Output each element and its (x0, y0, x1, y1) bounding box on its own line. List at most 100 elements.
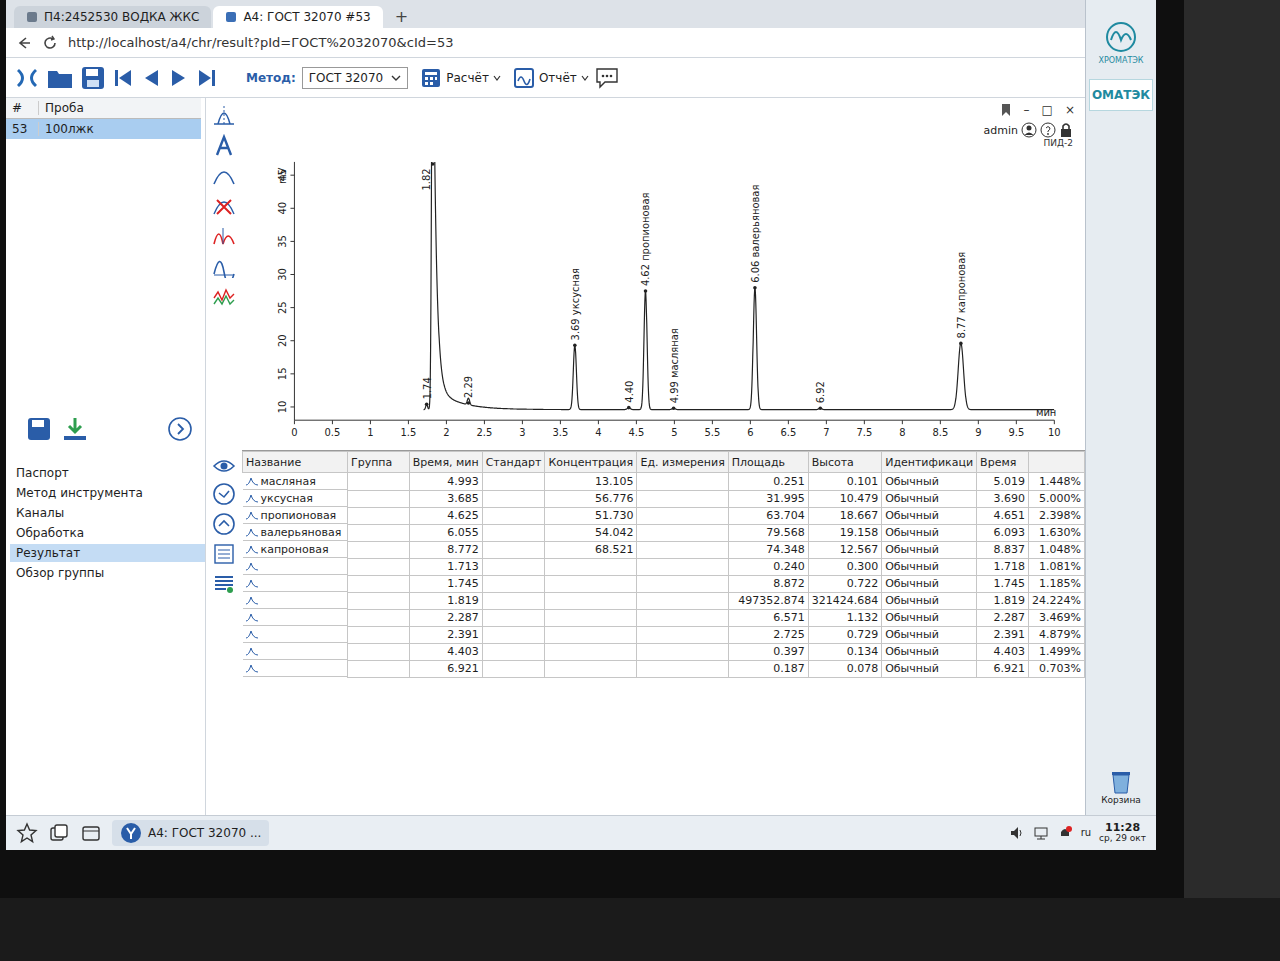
network-icon[interactable] (1033, 825, 1049, 841)
clock[interactable]: 11:28ср, 29 окт (1099, 822, 1146, 844)
table-row[interactable]: уксусная3.68556.77631.99510.479Обычный3.… (243, 490, 1085, 507)
comment-icon[interactable] (595, 67, 619, 89)
expand-icon[interactable] (167, 416, 193, 442)
user-badge[interactable]: admin (984, 122, 1073, 138)
table-cell (243, 558, 347, 575)
table-row[interactable]: 2.2876.5711.132Обычный2.2873.469% (243, 609, 1085, 626)
sample-row[interactable]: 53100лжк (6, 119, 201, 139)
delete-peak-icon[interactable] (212, 194, 236, 218)
back-icon[interactable] (16, 35, 32, 51)
svg-text:30: 30 (277, 268, 288, 281)
save-icon[interactable] (26, 416, 56, 442)
column-header[interactable]: Проба (39, 101, 84, 115)
clock-icon[interactable] (212, 482, 236, 506)
baseline-icon[interactable] (212, 254, 236, 278)
volume-icon[interactable] (1009, 825, 1025, 841)
last-record-icon[interactable] (196, 66, 218, 90)
table-row[interactable]: 1.7130.2400.300Обычный1.7181.081% (243, 558, 1085, 575)
column-header[interactable]: Группа (347, 452, 409, 473)
taskbar-task[interactable]: А4: ГОСТ 32070 ... (112, 820, 269, 846)
peak-label[interactable]: 4.99 масляная (669, 328, 680, 410)
peak-label[interactable]: 2.29 (463, 376, 474, 405)
window-control[interactable]: □ (1042, 103, 1053, 117)
label-icon[interactable] (212, 134, 236, 158)
next-record-icon[interactable] (168, 66, 190, 90)
column-header[interactable]: Время, мин (409, 452, 482, 473)
method-select[interactable]: ГОСТ 32070 (302, 67, 408, 89)
table-row[interactable]: 1.7458.8720.722Обычный1.7451.185% (243, 575, 1085, 592)
overlay-icon[interactable] (212, 284, 236, 308)
column-header[interactable]: # (6, 101, 39, 115)
eye-icon[interactable] (212, 456, 236, 476)
table-cell: капроновая (243, 541, 347, 558)
peak-label[interactable]: 1.74 (422, 377, 433, 406)
table-row[interactable]: 6.9210.1870.078Обычный6.9210.703% (243, 660, 1085, 677)
column-header[interactable] (1029, 452, 1085, 473)
trash-shortcut[interactable]: Корзина (1101, 769, 1141, 805)
collapse-icon[interactable] (212, 512, 236, 536)
previous-record-icon[interactable] (140, 66, 162, 90)
column-header[interactable]: Стандарт (482, 452, 545, 473)
peak-label[interactable]: 4.40 (624, 381, 635, 410)
window-control[interactable]: – (1024, 103, 1030, 117)
column-header[interactable]: Название (243, 452, 348, 473)
peak-label[interactable]: 6.92 (815, 381, 826, 410)
nav-item[interactable]: Паспорт (10, 464, 205, 482)
chromatogram-chart[interactable]: 1015202530354045mV00.511.522.533.544.555… (242, 152, 1072, 450)
star-icon[interactable] (16, 822, 38, 844)
nav-item[interactable]: Обзор группы (10, 564, 205, 582)
table-row[interactable]: 2.3912.7250.729Обычный2.3914.879% (243, 626, 1085, 643)
column-header[interactable]: Идентификаци (882, 452, 977, 473)
column-header[interactable]: Ед. измерения (637, 452, 728, 473)
nav-item[interactable]: Метод инструмента (10, 484, 205, 502)
nav-item[interactable]: Каналы (10, 504, 205, 522)
reload-icon[interactable] (42, 35, 58, 51)
table-cell (545, 592, 637, 609)
table-row[interactable]: 1.819497352.874321424.684Обычный1.81924.… (243, 592, 1085, 609)
app-logo-icon[interactable] (14, 65, 40, 91)
files-icon[interactable] (80, 822, 102, 844)
notification-icon[interactable] (1057, 825, 1073, 841)
new-tab-button[interactable]: + (385, 5, 418, 28)
peak-label[interactable]: 4.62 пропионовая (640, 193, 651, 293)
peak-label[interactable]: 1.82 (421, 162, 435, 190)
download-icon[interactable] (60, 416, 90, 442)
column-header[interactable]: Время (977, 452, 1029, 473)
bookmark-icon[interactable] (1000, 103, 1012, 117)
x-tick: 7.5 (856, 420, 872, 438)
nav-item[interactable]: Результат (10, 544, 205, 562)
peak-markers-icon[interactable] (212, 104, 236, 128)
peak-label[interactable]: 6.06 валерьяновая (750, 185, 761, 290)
split-peak-icon[interactable] (212, 224, 236, 248)
svg-text:6.06 валерьяновая: 6.06 валерьяновая (750, 185, 761, 283)
columns-icon[interactable] (212, 542, 236, 566)
peak-label[interactable]: 3.69 уксусная (570, 268, 581, 347)
table-cell (637, 558, 728, 575)
first-record-icon[interactable] (112, 66, 134, 90)
y-tick: 25 (277, 301, 294, 314)
toolbar-button[interactable]: Отчёт (513, 67, 589, 89)
table-row[interactable]: масляная4.99313.1050.2510.101Обычный5.01… (243, 473, 1085, 491)
list-view-icon[interactable] (212, 572, 236, 596)
peak-icon[interactable] (212, 164, 236, 188)
windows-icon[interactable] (48, 822, 70, 844)
save-icon[interactable] (80, 65, 106, 91)
toolbar-button[interactable]: Расчёт (420, 67, 501, 89)
table-row[interactable]: валерьяновая6.05554.04279.56819.158Обычн… (243, 524, 1085, 541)
table-cell: Обычный (882, 507, 977, 524)
browser-tab[interactable]: А4: ГОСТ 32070 #53 (213, 6, 382, 28)
folder-icon[interactable] (46, 65, 74, 91)
window-control[interactable]: × (1065, 103, 1075, 117)
url-field[interactable]: http://localhost/a4/chr/result?pId=ГОСТ%… (68, 35, 1075, 50)
table-row[interactable]: капроновая8.77268.52174.34812.567Обычный… (243, 541, 1085, 558)
peak-label[interactable]: 8.77 капроновая (956, 252, 967, 345)
keyboard-layout[interactable]: ru (1081, 827, 1091, 838)
column-header[interactable]: Высота (808, 452, 881, 473)
table-row[interactable]: пропионовая4.62551.73063.70418.667Обычны… (243, 507, 1085, 524)
table-row[interactable]: 4.4030.3970.134Обычный4.4031.499% (243, 643, 1085, 660)
column-header[interactable]: Площадь (728, 452, 808, 473)
nav-item[interactable]: Обработка (10, 524, 205, 542)
browser-tab[interactable]: П4:2452530 ВОДКА ЖКС (14, 6, 211, 28)
table-cell: 1.630% (1029, 524, 1085, 541)
column-header[interactable]: Концентрация (545, 452, 637, 473)
